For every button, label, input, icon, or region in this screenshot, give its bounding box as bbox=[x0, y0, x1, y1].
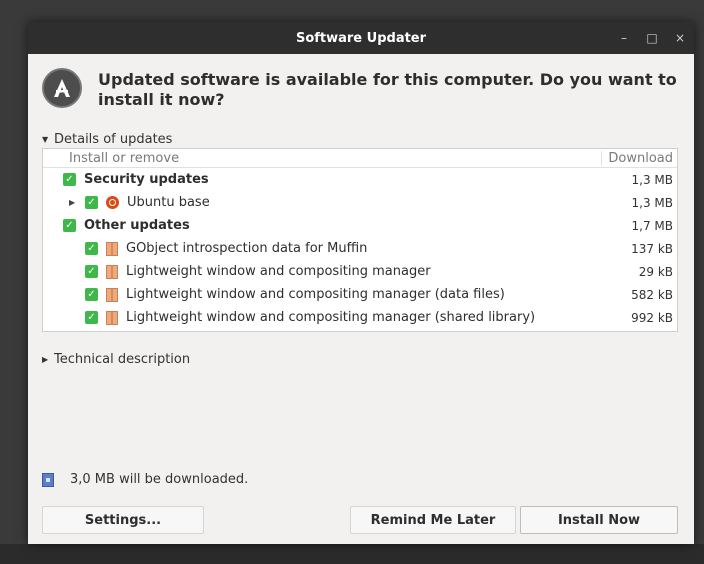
headline-line-2: install it now? bbox=[98, 90, 225, 109]
item-checkbox[interactable]: ✓ bbox=[85, 242, 98, 255]
item-size: 582 kB bbox=[631, 287, 673, 302]
minimize-icon[interactable]: – bbox=[618, 31, 630, 45]
package-icon bbox=[106, 287, 118, 302]
column-install-or-remove[interactable]: Install or remove bbox=[69, 151, 179, 166]
item-checkbox[interactable]: ✓ bbox=[85, 311, 98, 324]
download-status: 3,0 MB will be downloaded. bbox=[42, 472, 248, 487]
title-bar[interactable]: Software Updater – □ × bbox=[28, 22, 694, 54]
checkbox-security-updates[interactable]: ✓ bbox=[63, 173, 76, 186]
remind-me-later-button[interactable]: Remind Me Later bbox=[350, 506, 516, 534]
package-icon bbox=[106, 241, 118, 256]
item-label: Lightweight window and compositing manag… bbox=[126, 310, 536, 325]
group-row-other[interactable]: ✓ Other updates 1,7 MB bbox=[43, 214, 677, 237]
collapsed-triangle-icon[interactable]: ▶ bbox=[69, 198, 79, 207]
package-icon bbox=[106, 310, 118, 325]
settings-button[interactable]: Settings... bbox=[42, 506, 204, 534]
software-updater-window: Software Updater – □ × Updated software … bbox=[28, 22, 694, 544]
headline-line-1: Updated software is available for this c… bbox=[98, 70, 677, 89]
item-label: Ubuntu base bbox=[127, 195, 210, 210]
download-status-text: 3,0 MB will be downloaded. bbox=[70, 472, 249, 487]
group-label: Other updates bbox=[84, 218, 190, 233]
item-row[interactable]: ✓ Lightweight window and compositing man… bbox=[43, 306, 677, 329]
checkbox-other-updates[interactable]: ✓ bbox=[63, 219, 76, 232]
item-row-ubuntu-base[interactable]: ▶ ✓ Ubuntu base 1,3 MB bbox=[43, 191, 677, 214]
header: Updated software is available for this c… bbox=[42, 66, 684, 116]
item-size: 29 kB bbox=[638, 264, 673, 279]
window-controls: – □ × bbox=[618, 22, 686, 54]
desktop-background bbox=[0, 544, 704, 564]
updates-tree[interactable]: Install or remove Download ✓ Security up… bbox=[42, 148, 678, 332]
details-expander[interactable]: ▼ Details of updates bbox=[42, 132, 172, 147]
download-size-icon bbox=[42, 472, 54, 487]
collapsed-triangle-icon: ▶ bbox=[42, 355, 49, 364]
item-row[interactable]: ✓ Lightweight window and compositing man… bbox=[43, 260, 677, 283]
details-label: Details of updates bbox=[54, 132, 173, 147]
item-size: 1,3 MB bbox=[631, 195, 673, 210]
close-icon[interactable]: × bbox=[674, 31, 686, 45]
expanded-triangle-icon: ▼ bbox=[42, 135, 49, 144]
technical-description-label: Technical description bbox=[54, 352, 191, 367]
group-label: Security updates bbox=[84, 172, 209, 187]
group-size: 1,3 MB bbox=[631, 172, 673, 187]
headline: Updated software is available for this c… bbox=[98, 70, 677, 110]
item-label: Lightweight window and compositing manag… bbox=[126, 264, 431, 279]
item-row[interactable]: ✓ GObject introspection data for Muffin … bbox=[43, 237, 677, 260]
install-now-button[interactable]: Install Now bbox=[520, 506, 678, 534]
group-size: 1,7 MB bbox=[631, 218, 673, 233]
item-size: 992 kB bbox=[631, 310, 673, 325]
window-title: Software Updater bbox=[295, 30, 427, 46]
item-row[interactable]: ✓ Lightweight window and compositing man… bbox=[43, 283, 677, 306]
item-label: Lightweight window and compositing manag… bbox=[126, 287, 505, 302]
item-size: 137 kB bbox=[631, 241, 673, 256]
column-download[interactable]: Download bbox=[601, 150, 673, 166]
item-label: GObject introspection data for Muffin bbox=[126, 241, 368, 256]
item-checkbox[interactable]: ✓ bbox=[85, 288, 98, 301]
technical-description-expander[interactable]: ▶ Technical description bbox=[42, 352, 190, 367]
tree-header: Install or remove Download bbox=[43, 149, 677, 168]
group-row-security[interactable]: ✓ Security updates 1,3 MB bbox=[43, 168, 677, 191]
maximize-icon[interactable]: □ bbox=[646, 31, 658, 45]
software-updater-icon bbox=[42, 68, 82, 108]
package-icon bbox=[106, 264, 118, 279]
item-checkbox[interactable]: ✓ bbox=[85, 265, 98, 278]
ubuntu-icon bbox=[106, 196, 119, 209]
checkbox-ubuntu-base[interactable]: ✓ bbox=[85, 196, 98, 209]
